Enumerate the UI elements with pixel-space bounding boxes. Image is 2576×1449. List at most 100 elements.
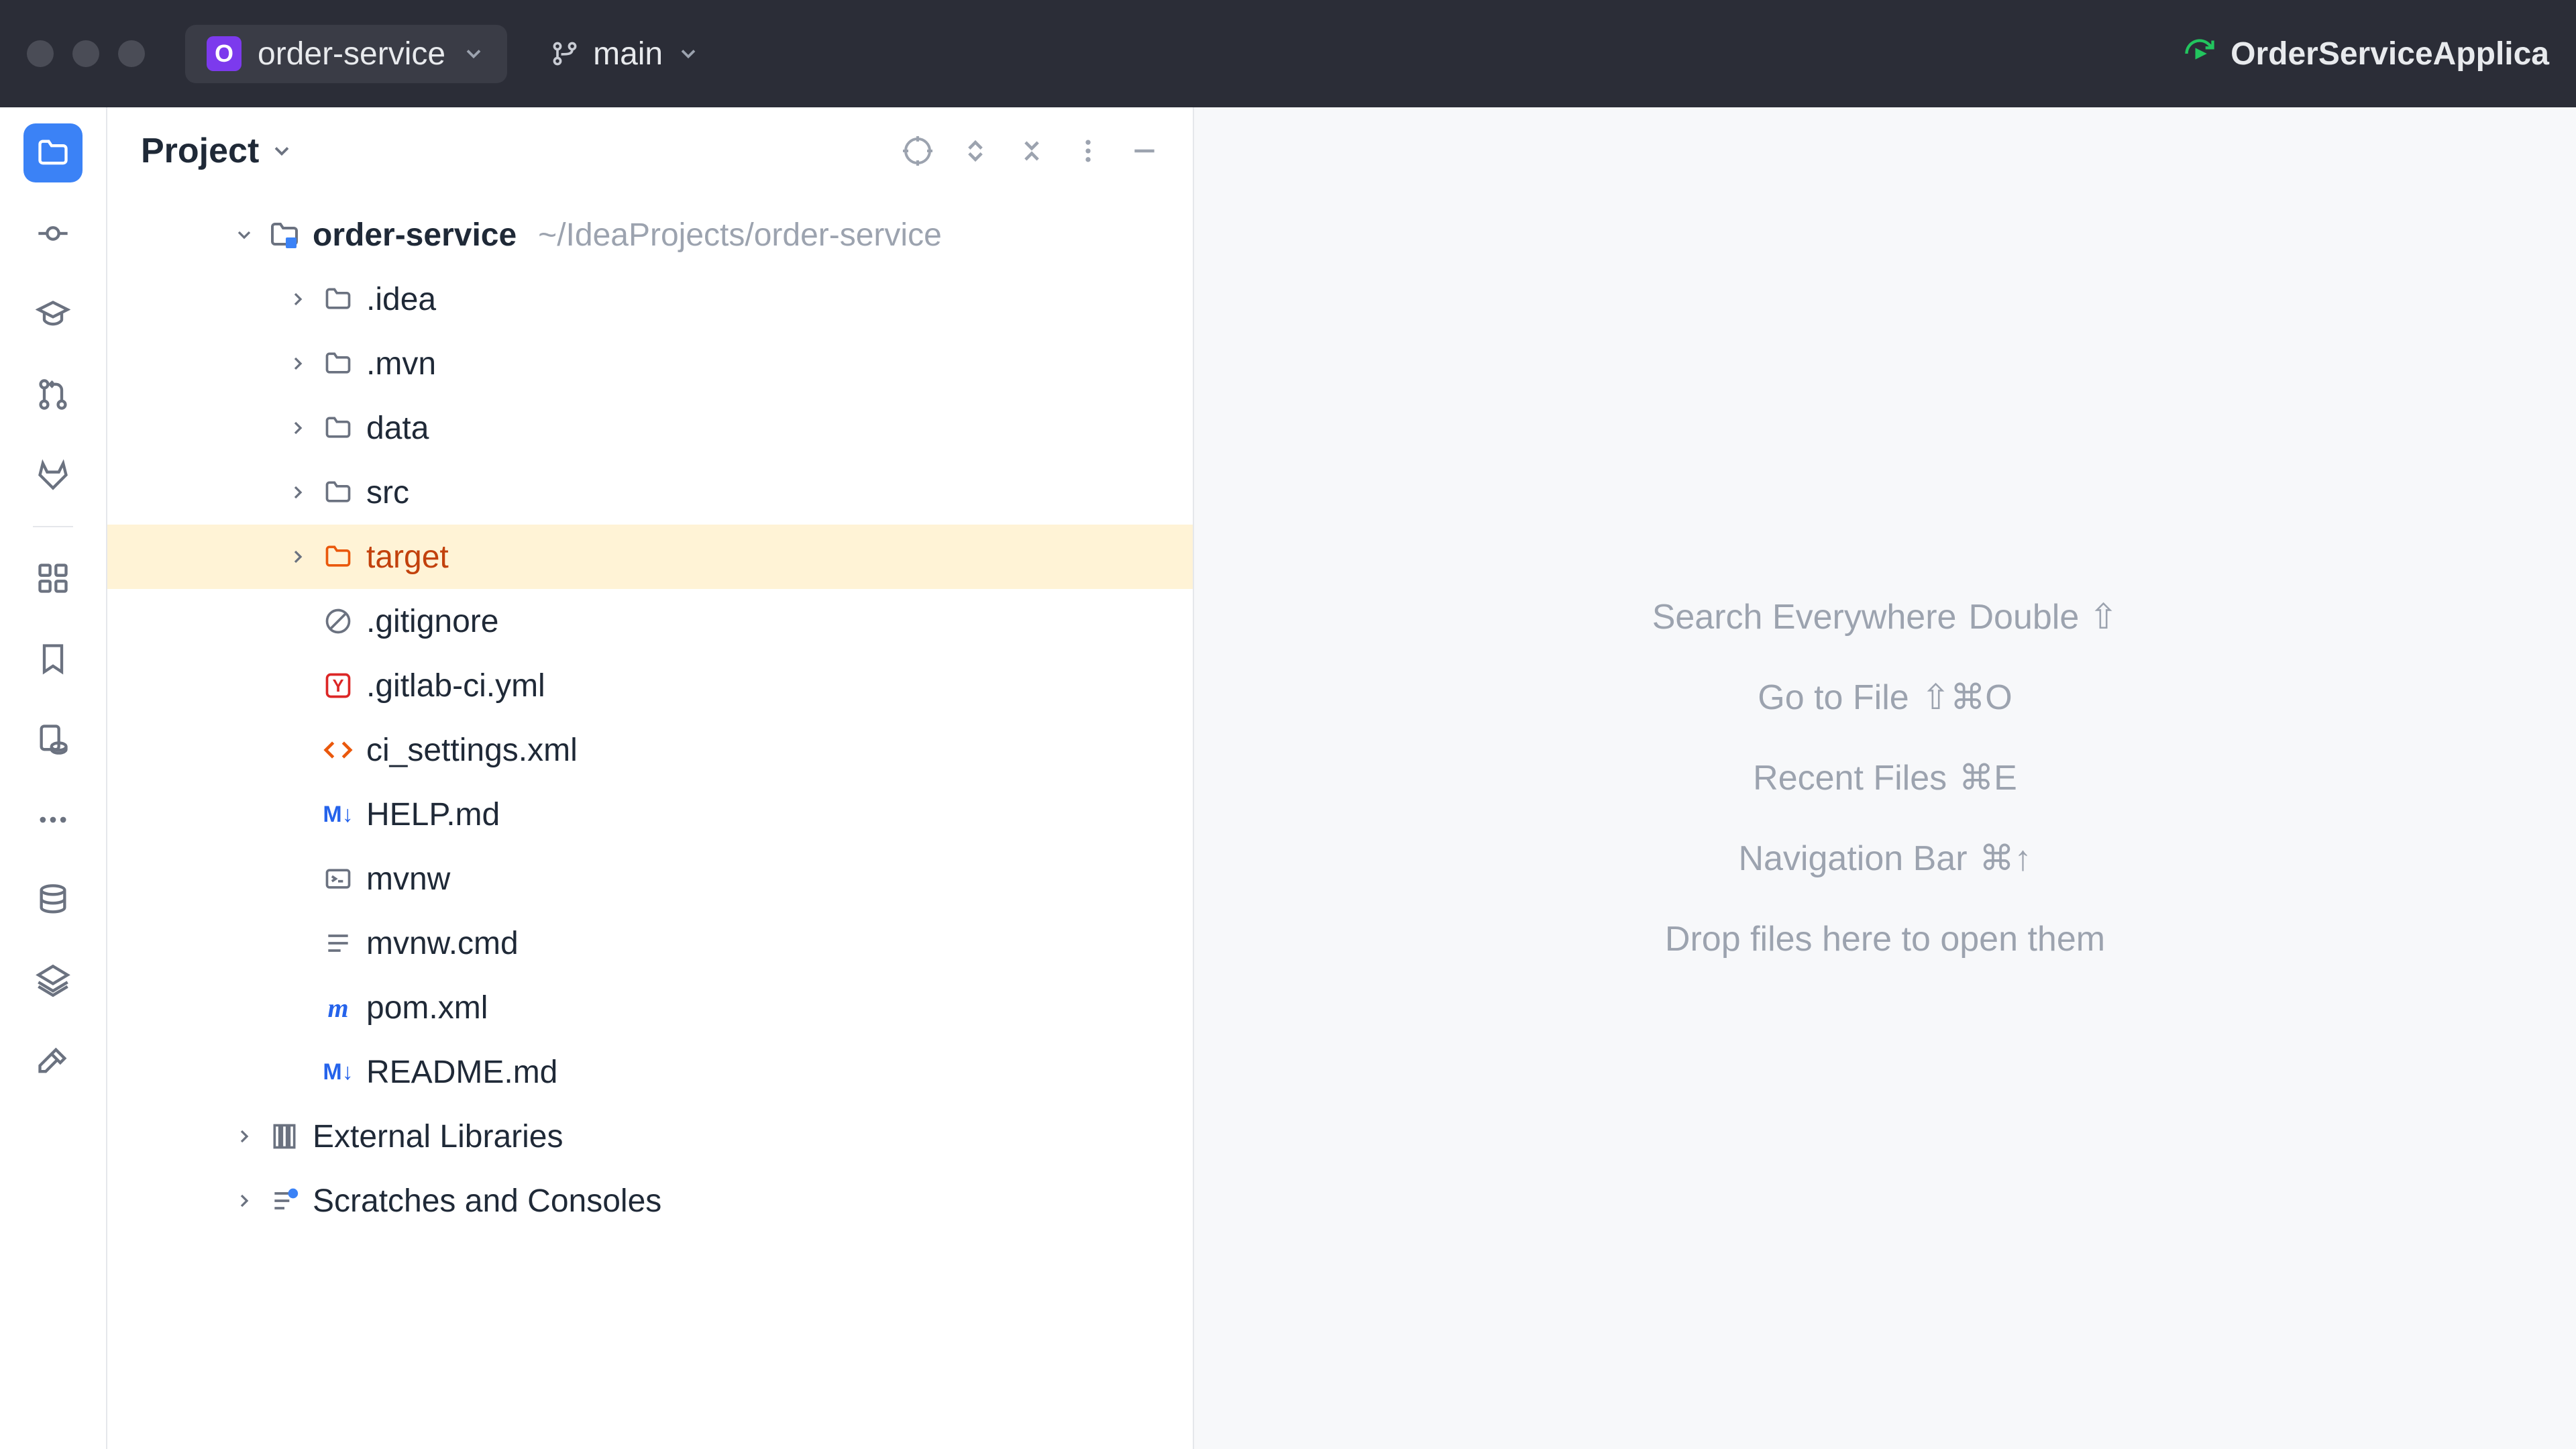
structure-tool-button[interactable] — [23, 549, 83, 608]
panel-options-button[interactable] — [1073, 135, 1103, 167]
layers-tool-button[interactable] — [23, 951, 83, 1010]
folder-icon — [321, 346, 356, 381]
gitlab-tool-button[interactable] — [23, 445, 83, 504]
database-icon — [36, 883, 70, 918]
more-tool-button[interactable] — [23, 790, 83, 849]
tree-node-label: README.md — [366, 1054, 557, 1091]
learn-tool-button[interactable] — [23, 284, 83, 343]
chevron-right-icon[interactable] — [232, 1189, 256, 1213]
maximize-window-button[interactable] — [118, 40, 145, 67]
run-loop-icon — [2182, 36, 2217, 71]
tree-file-pom-xml[interactable]: m pom.xml — [107, 975, 1193, 1040]
chevron-right-icon[interactable] — [286, 545, 310, 569]
project-icon: O — [207, 36, 241, 71]
yaml-file-icon: Y — [321, 668, 356, 703]
project-selector[interactable]: O order-service — [185, 25, 507, 83]
tree-root[interactable]: order-service ~/IdeaProjects/order-servi… — [107, 203, 1193, 267]
run-config[interactable]: OrderServiceApplica — [2182, 36, 2549, 72]
tree-node-label: .gitignore — [366, 603, 498, 640]
run-config-name: OrderServiceApplica — [2231, 36, 2549, 72]
tree-file-mvnw-cmd[interactable]: mvnw.cmd — [107, 911, 1193, 975]
tree-node-label: .gitlab-ci.yml — [366, 667, 545, 704]
more-horizontal-icon — [36, 802, 70, 837]
tree-folder-src[interactable]: src — [107, 460, 1193, 525]
tree-node-label: data — [366, 410, 429, 447]
shortcut-keys: Double ⇧ — [1968, 597, 2118, 637]
chevron-down-icon — [462, 42, 486, 66]
minimize-window-button[interactable] — [72, 40, 99, 67]
tree-folder-mvn[interactable]: .mvn — [107, 331, 1193, 396]
shortcut-goto-file: Go to File ⇧⌘O — [1758, 678, 2012, 718]
titlebar: O order-service main OrderServiceApplica — [0, 0, 2576, 107]
gitignore-file-icon — [321, 604, 356, 639]
commit-tool-button[interactable] — [23, 204, 83, 263]
tree-scratches[interactable]: Scratches and Consoles — [107, 1169, 1193, 1233]
chevron-right-icon[interactable] — [286, 352, 310, 376]
shortcut-navigation-bar: Navigation Bar ⌘↑ — [1738, 839, 2031, 879]
chevron-right-icon[interactable] — [286, 480, 310, 504]
tree-external-libraries[interactable]: External Libraries — [107, 1104, 1193, 1169]
xml-file-icon — [321, 733, 356, 767]
panel-header: Project — [107, 107, 1193, 195]
tree-folder-data[interactable]: data — [107, 396, 1193, 460]
folder-excluded-icon — [321, 539, 356, 574]
folder-icon — [321, 411, 356, 445]
more-vertical-icon — [1073, 136, 1103, 166]
panel-title-text: Project — [141, 131, 259, 171]
hide-panel-button[interactable] — [1130, 135, 1159, 167]
drop-hint-text: Drop files here to open them — [1665, 919, 2105, 959]
project-name: order-service — [258, 36, 445, 72]
close-window-button[interactable] — [27, 40, 54, 67]
merge-requests-tool-button[interactable] — [23, 365, 83, 424]
tree-file-help-md[interactable]: M↓ HELP.md — [107, 782, 1193, 847]
tree-node-label: src — [366, 474, 409, 511]
tree-file-mvnw[interactable]: mvnw — [107, 847, 1193, 911]
module-folder-icon — [267, 217, 302, 252]
persistence-tool-button[interactable] — [23, 710, 83, 769]
panel-title[interactable]: Project — [141, 131, 294, 171]
branch-selector[interactable]: main — [534, 25, 716, 83]
chevron-right-icon[interactable] — [232, 1124, 256, 1148]
tree-node-label: target — [366, 539, 449, 576]
commit-icon — [36, 216, 70, 251]
shortcut-label: Recent Files — [1753, 758, 1947, 798]
tree-folder-idea[interactable]: .idea — [107, 267, 1193, 331]
tree-node-label: ci_settings.xml — [366, 732, 578, 769]
shortcut-label: Navigation Bar — [1738, 839, 1967, 879]
tree-node-label: HELP.md — [366, 796, 500, 833]
expand-all-button[interactable] — [961, 135, 990, 167]
tree-node-label: .idea — [366, 281, 436, 318]
tree-node-label: pom.xml — [366, 989, 488, 1026]
persistence-icon — [36, 722, 70, 757]
build-tool-button[interactable] — [23, 1032, 83, 1091]
bookmarks-tool-button[interactable] — [23, 629, 83, 688]
collapse-all-button[interactable] — [1017, 135, 1046, 167]
separator — [33, 526, 73, 527]
chevron-right-icon[interactable] — [286, 416, 310, 440]
chevron-down-icon[interactable] — [232, 223, 256, 247]
project-tool-button[interactable] — [23, 123, 83, 182]
bookmark-icon — [36, 641, 70, 676]
tree-node-label: mvnw.cmd — [366, 925, 519, 962]
markdown-file-icon: M↓ — [321, 1055, 356, 1089]
editor-empty-state: Search Everywhere Double ⇧ Go to File ⇧⌘… — [1194, 107, 2576, 1449]
tree-folder-target[interactable]: target — [107, 525, 1193, 589]
left-tool-rail — [0, 107, 107, 1449]
window-controls — [27, 40, 145, 67]
project-panel: Project — [107, 107, 1194, 1449]
tree-node-label: External Libraries — [313, 1118, 564, 1155]
select-opened-file-button[interactable] — [902, 135, 934, 167]
tree-file-gitlab-ci[interactable]: Y .gitlab-ci.yml — [107, 653, 1193, 718]
tree-file-ci-settings[interactable]: ci_settings.xml — [107, 718, 1193, 782]
text-file-icon — [321, 926, 356, 961]
tree-file-gitignore[interactable]: .gitignore — [107, 589, 1193, 653]
database-tool-button[interactable] — [23, 871, 83, 930]
folder-icon — [321, 475, 356, 510]
hammer-icon — [36, 1044, 70, 1079]
shortcut-keys: ⌘↑ — [1980, 839, 2032, 879]
markdown-file-icon: M↓ — [321, 797, 356, 832]
project-tree[interactable]: order-service ~/IdeaProjects/order-servi… — [107, 195, 1193, 1241]
expand-all-icon — [961, 136, 990, 166]
tree-file-readme-md[interactable]: M↓ README.md — [107, 1040, 1193, 1104]
chevron-right-icon[interactable] — [286, 287, 310, 311]
